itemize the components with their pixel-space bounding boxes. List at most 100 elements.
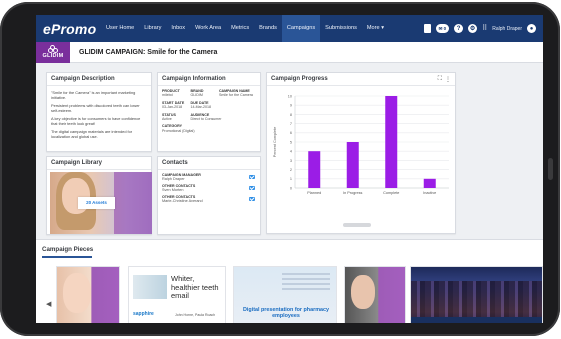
info-value: Promotional (Digital) bbox=[162, 128, 195, 133]
more-menu-icon[interactable]: ⋮ bbox=[445, 76, 451, 83]
brand-mark-icon bbox=[48, 45, 58, 53]
piece-thumbnail[interactable]: Whiter, healthier teeth email sapphire J… bbox=[128, 266, 226, 323]
expand-icon[interactable]: ⛶ bbox=[438, 76, 442, 83]
tablet-side-button bbox=[548, 158, 553, 180]
y-tick-label: 10 bbox=[288, 94, 292, 98]
info-status: STATUS Active bbox=[162, 113, 188, 122]
piece-thumbnail[interactable] bbox=[344, 266, 406, 323]
card-title: Campaign Library bbox=[47, 157, 151, 170]
card-title: Campaign Description bbox=[47, 73, 151, 86]
tablet-frame: ePromo User Home Library Inbox Work Area Met… bbox=[0, 2, 560, 336]
description-paragraph: A key objective is for consumers to have… bbox=[51, 116, 141, 126]
x-tick-label: Planned bbox=[307, 191, 321, 195]
info-value: 14-Mar-2018 bbox=[190, 105, 212, 110]
x-tick-label: In Progress bbox=[343, 191, 363, 195]
contact-row: OTHER CONTACTS Sven Morten bbox=[158, 181, 260, 192]
piece-thumbnail[interactable]: Digital presentation for pharmacy employ… bbox=[233, 266, 337, 323]
campaign-information-card: Campaign Information PRODUCT milebd BRAN… bbox=[157, 72, 261, 152]
contact-row: OTHER CONTACTS Marie-Christine Averand bbox=[158, 192, 260, 203]
y-tick-label: 6 bbox=[290, 131, 292, 135]
y-tick-label: 3 bbox=[290, 159, 292, 163]
badge-count: 0 bbox=[443, 26, 447, 31]
piece-thumbnail[interactable] bbox=[56, 266, 120, 323]
campaign-header: GLIDIM GLIDIM CAMPAIGN: Smile for the Ca… bbox=[36, 41, 543, 63]
nav-item-user-home[interactable]: User Home bbox=[101, 15, 139, 42]
description-text: "Smile for the Camera" is an important m… bbox=[47, 86, 151, 146]
info-value: Active bbox=[162, 117, 172, 122]
nav-item-work-area[interactable]: Work Area bbox=[190, 15, 226, 42]
top-navbar: ePromo User Home Library Inbox Work Area Met… bbox=[36, 15, 543, 42]
info-due-date: DUE DATE 14-Mar-2018 bbox=[190, 101, 256, 110]
campaign-description-card: Campaign Description "Smile for the Came… bbox=[46, 72, 152, 152]
user-avatar-icon[interactable]: ● bbox=[527, 24, 536, 33]
y-tick-label: 1 bbox=[290, 177, 292, 181]
contacts-card: Contacts CAMPAIGN MANAGER Ralph Draper OTH… bbox=[157, 156, 261, 235]
thumbnail-text-lines bbox=[282, 273, 330, 293]
assets-count-button[interactable]: 20 Assets bbox=[78, 197, 115, 209]
document-icon[interactable] bbox=[423, 24, 431, 33]
y-tick-label: 5 bbox=[290, 140, 292, 144]
user-name[interactable]: Ralph Draper bbox=[492, 26, 522, 32]
y-axis-label: Percent Complete bbox=[273, 127, 277, 157]
progress-bar-chart: 0 1 2 3 4 5 6 7 8 9 10 Percent Complete Planned In Pr… bbox=[273, 94, 449, 195]
y-tick-label: 0 bbox=[290, 186, 292, 190]
contacts-list: CAMPAIGN MANAGER Ralph Draper OTHER CONTAC… bbox=[158, 170, 260, 203]
info-category: CATEGORY Promotional (Digital) bbox=[162, 124, 256, 133]
card-title: Campaign Progress bbox=[267, 73, 455, 86]
brand-logo-text: GLIDIM bbox=[42, 53, 64, 59]
y-tick-label: 7 bbox=[290, 122, 292, 126]
library-preview-image[interactable]: 20 Assets bbox=[50, 172, 152, 234]
carousel-left-arrow-icon[interactable]: ◀ bbox=[46, 300, 51, 308]
preview-overlay bbox=[114, 172, 152, 234]
help-icon[interactable]: ? bbox=[454, 24, 464, 33]
card-title: Contacts bbox=[158, 157, 260, 170]
x-tick-label: Complete bbox=[383, 191, 399, 195]
y-tick-label: 8 bbox=[290, 113, 292, 117]
info-start-date: START DATE 03-Jan-2018 bbox=[162, 101, 188, 110]
info-audience: AUDIENCE Direct to Consumer bbox=[190, 113, 256, 122]
apps-grid-icon[interactable]: ⠿ bbox=[482, 25, 487, 32]
description-paragraph: Persistent problems with discolored teet… bbox=[51, 103, 140, 113]
bar-in-progress bbox=[346, 142, 359, 188]
nav-item-inbox[interactable]: Inbox bbox=[166, 15, 190, 42]
y-tick-label: 9 bbox=[290, 104, 292, 108]
campaign-title: GLIDIM CAMPAIGN: Smile for the Camera bbox=[79, 48, 218, 56]
email-icon[interactable] bbox=[249, 186, 255, 190]
info-value: Smile for the Camera bbox=[218, 93, 253, 98]
chart-scrollbar[interactable] bbox=[343, 223, 371, 227]
nav-item-campaigns[interactable]: Campaigns bbox=[281, 15, 321, 42]
nav-items: User Home Library Inbox Work Area Metrics Bra… bbox=[101, 15, 389, 42]
email-icon[interactable] bbox=[249, 175, 255, 179]
notification-badge[interactable]: ✉ 0 bbox=[435, 24, 450, 33]
app-screen: ePromo User Home Library Inbox Work Area Met… bbox=[36, 15, 543, 323]
piece-thumbnail[interactable] bbox=[410, 266, 543, 323]
bar-complete bbox=[385, 96, 398, 188]
contact-name[interactable]: Marie-Christine Averand bbox=[162, 199, 256, 203]
thumbnail-face bbox=[351, 275, 375, 309]
info-value: milebd bbox=[162, 93, 173, 98]
nav-item-more[interactable]: More ▾ bbox=[362, 15, 389, 42]
campaign-library-card: Campaign Library 20 Assets bbox=[46, 156, 152, 235]
info-campaign-name: CAMPAIGN NAME Smile for the Camera bbox=[219, 89, 256, 98]
campaign-progress-card: Campaign Progress ⛶ ⋮ 0 1 2 3 4 5 6 7 8 9 10 Percen… bbox=[266, 72, 456, 234]
email-icon[interactable] bbox=[249, 197, 255, 201]
thumbnail-headline: Digital presentation for pharmacy employ… bbox=[243, 307, 329, 319]
settings-icon[interactable]: ⚙ bbox=[468, 24, 478, 33]
nav-utilities: ✉ 0 ? ⚙ ⠿ Ralph Draper ● bbox=[423, 24, 543, 33]
info-brand: BRAND GLIDIM bbox=[190, 89, 216, 98]
y-tick-label: 2 bbox=[290, 168, 292, 172]
bar-inactive bbox=[423, 178, 436, 188]
section-underline bbox=[42, 256, 92, 258]
y-tick-label: 4 bbox=[290, 150, 292, 154]
brand-logo[interactable]: ePromo bbox=[43, 21, 97, 37]
campaign-brand-logo: GLIDIM bbox=[36, 41, 70, 63]
nav-item-brands[interactable]: Brands bbox=[254, 15, 282, 42]
nav-item-submissions[interactable]: Submissions bbox=[320, 15, 362, 42]
thumbnail-footer-bar bbox=[411, 317, 542, 323]
nav-item-metrics[interactable]: Metrics bbox=[226, 15, 254, 42]
contact-row: CAMPAIGN MANAGER Ralph Draper bbox=[158, 170, 260, 181]
nav-item-library[interactable]: Library bbox=[139, 15, 166, 42]
thumbnail-logo: sapphire bbox=[133, 311, 154, 317]
description-paragraph: "Smile for the Camera" is an important m… bbox=[51, 90, 136, 100]
thumbnail-headline: Whiter, healthier teeth email bbox=[171, 274, 219, 300]
